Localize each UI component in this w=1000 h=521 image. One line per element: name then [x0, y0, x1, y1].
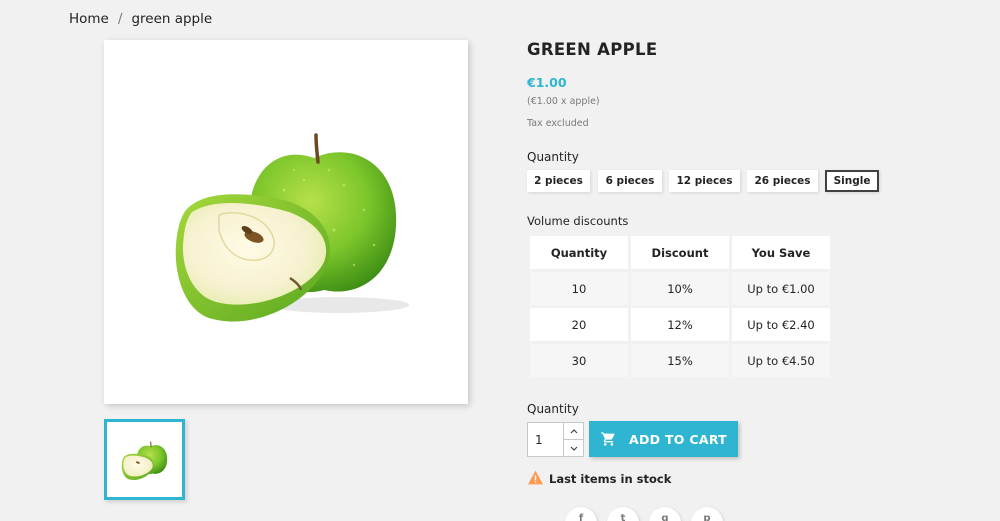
- unit-price: (€1.00 x apple): [527, 96, 600, 107]
- table-cell: 20: [530, 308, 628, 341]
- variant-option-2-pieces[interactable]: 2 pieces: [527, 170, 590, 192]
- green-apple-thumbnail-image: [107, 422, 182, 497]
- variant-option-6-pieces[interactable]: 6 pieces: [598, 170, 662, 192]
- quantity-stepper: [564, 422, 584, 457]
- quantity-input[interactable]: 1: [527, 422, 564, 457]
- pinterest-icon[interactable]: p: [691, 507, 723, 521]
- table-cell: 15%: [631, 344, 729, 377]
- product-title: GREEN APPLE: [527, 40, 658, 59]
- chevron-down-icon[interactable]: [564, 440, 583, 457]
- quantity-value: 1: [535, 432, 543, 447]
- breadcrumb-home-link[interactable]: Home: [69, 11, 109, 27]
- table-cell: 10: [530, 272, 628, 305]
- product-price: €1.00: [527, 75, 567, 90]
- add-to-cart-label: ADD TO CART: [628, 431, 728, 447]
- table-header-quantity: Quantity: [530, 236, 628, 269]
- green-apple-image: [175, 133, 409, 322]
- twitter-icon[interactable]: t: [607, 507, 639, 521]
- breadcrumb-separator: /: [117, 11, 123, 27]
- table-cell: 10%: [631, 272, 729, 305]
- stock-message: Last items in stock: [549, 472, 672, 486]
- table-cell: Up to €1.00: [732, 272, 830, 305]
- shopping-cart-icon: [600, 431, 617, 447]
- variant-option-26-pieces[interactable]: 26 pieces: [747, 170, 818, 192]
- volume-discounts-label: Volume discounts: [527, 214, 629, 228]
- googleplus-icon[interactable]: g: [649, 507, 681, 521]
- breadcrumb: Home / green apple: [69, 11, 212, 27]
- product-thumbnail[interactable]: [104, 419, 185, 500]
- facebook-icon[interactable]: f: [565, 507, 597, 521]
- chevron-up-icon[interactable]: [564, 423, 583, 440]
- table-cell: Up to €4.50: [732, 344, 830, 377]
- variant-option-12-pieces[interactable]: 12 pieces: [669, 170, 740, 192]
- variant-option-single[interactable]: Single: [825, 170, 879, 192]
- quantity-label: Quantity: [527, 402, 579, 416]
- table-header-you-save: You Save: [732, 236, 830, 269]
- variant-label: Quantity: [527, 150, 579, 164]
- table-cell: 12%: [631, 308, 729, 341]
- table-cell: 30: [530, 344, 628, 377]
- table-header-discount: Discount: [631, 236, 729, 269]
- table-cell: Up to €2.40: [732, 308, 830, 341]
- product-main-image[interactable]: [104, 40, 468, 404]
- add-to-cart-button[interactable]: ADD TO CART: [589, 421, 738, 457]
- stock-status: Last items in stock: [527, 470, 671, 488]
- breadcrumb-current: green apple: [131, 11, 213, 27]
- tax-note: Tax excluded: [527, 118, 589, 129]
- warning-icon: [527, 470, 544, 488]
